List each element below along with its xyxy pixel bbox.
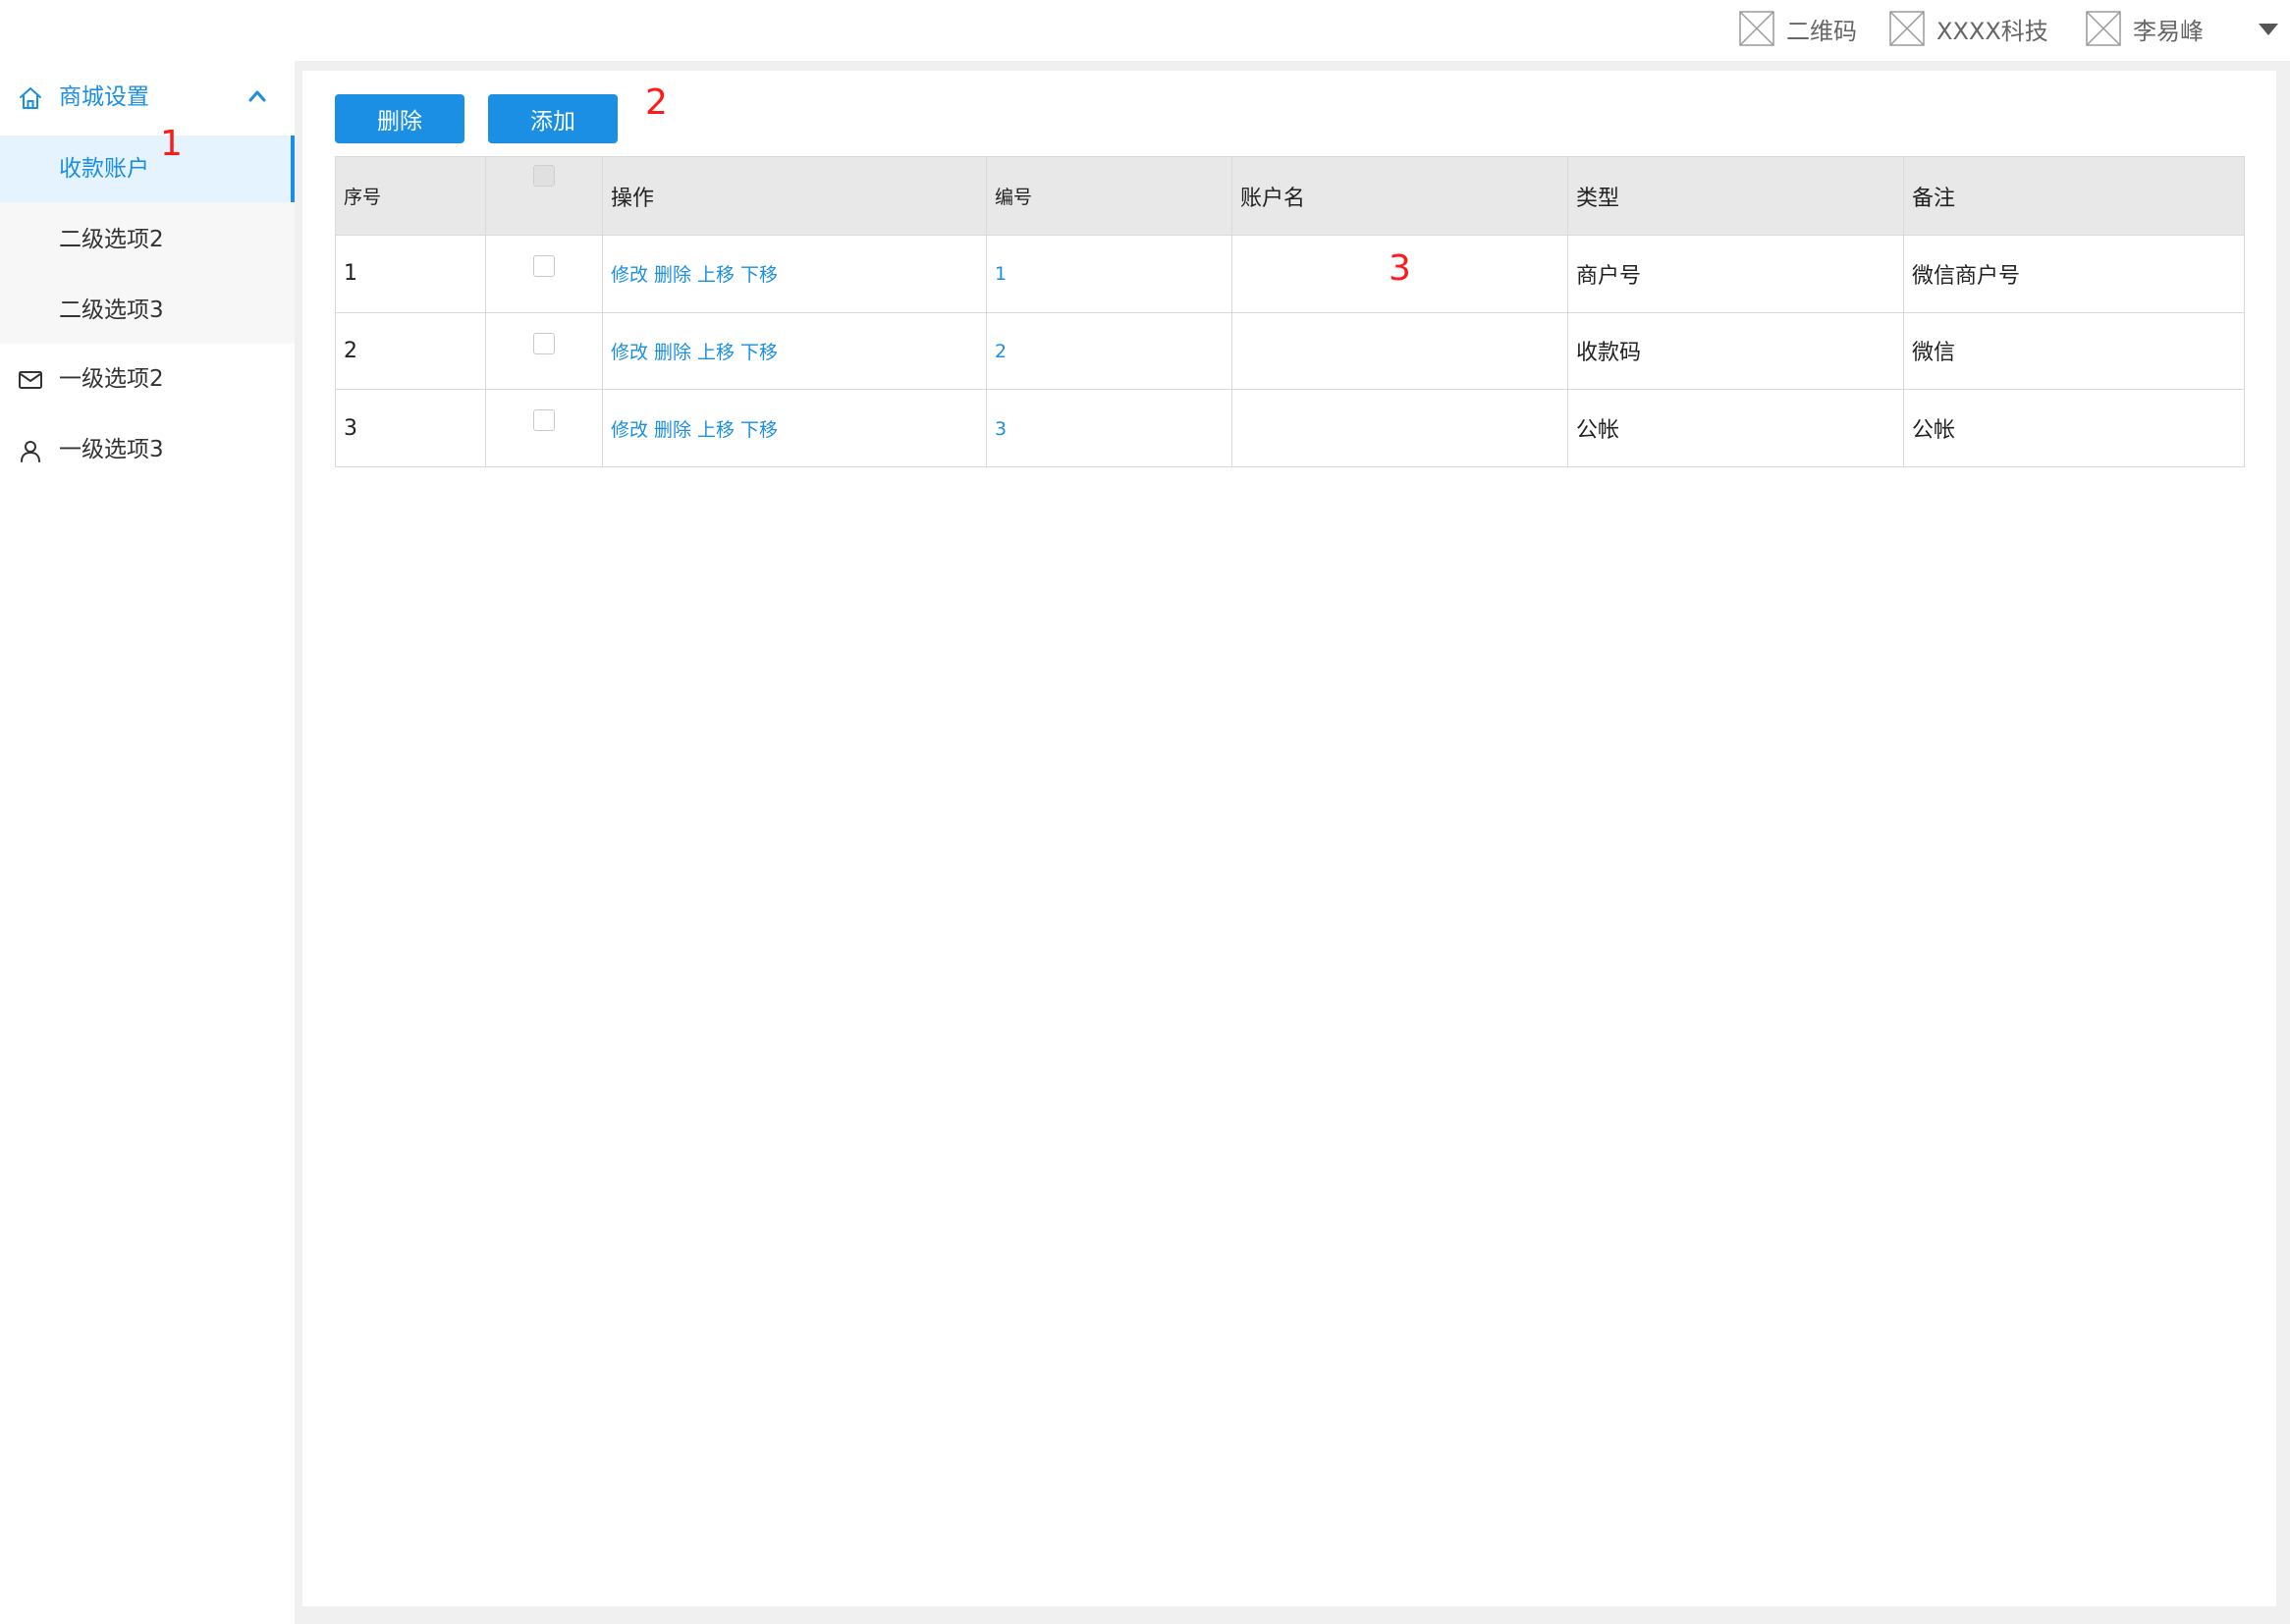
delete-link[interactable]: 删除 (654, 342, 691, 363)
row-remark: 公帐 (1903, 389, 2245, 467)
sidebar-group-option-2[interactable]: 一级选项2 (0, 343, 295, 413)
column-header-type: 类型 (1567, 156, 1904, 236)
table-row: 2 修改 删除 上移 下移 2 收款码 微信 (335, 311, 2245, 391)
move-up-link[interactable]: 上移 (697, 419, 735, 441)
row-checkbox[interactable] (533, 255, 555, 277)
sidebar-item-sub-option-2[interactable]: 二级选项2 (0, 206, 295, 273)
sidebar-item-label: 二级选项3 (59, 298, 164, 323)
code-link[interactable]: 3 (995, 418, 1007, 440)
select-all-checkbox[interactable] (533, 165, 555, 187)
row-type: 公帐 (1567, 389, 1904, 467)
qrcode-label: 二维码 (1786, 17, 1857, 45)
company-logo-placeholder-icon (1889, 11, 1925, 46)
table-row: 1 修改 删除 上移 下移 1 商户号 微信商户号 (335, 235, 2245, 313)
submenu-mall-settings: 收款账户 二级选项2 二级选项3 (0, 135, 295, 344)
row-code: 3 (986, 389, 1232, 467)
row-select-cell (485, 389, 603, 467)
move-down-link[interactable]: 下移 (740, 264, 778, 286)
column-header-select (485, 156, 603, 236)
annotation-marker-3: 3 (1389, 248, 1411, 289)
row-code: 1 (986, 235, 1232, 313)
edit-link[interactable]: 修改 (611, 264, 648, 286)
column-header-account-name: 账户名 (1231, 156, 1568, 236)
column-header-index: 序号 (335, 156, 486, 236)
column-header-actions: 操作 (602, 156, 987, 236)
sidebar-item-label: 二级选项2 (59, 227, 164, 252)
code-link[interactable]: 1 (995, 263, 1007, 285)
move-down-link[interactable]: 下移 (740, 342, 778, 363)
annotation-marker-2: 2 (645, 82, 668, 123)
qrcode-menu[interactable]: 二维码 (1739, 9, 1857, 48)
sidebar-group-label: 一级选项3 (59, 437, 164, 462)
delete-button[interactable]: 删除 (335, 94, 464, 143)
sidebar-item-payment-accounts[interactable]: 收款账户 (0, 135, 295, 202)
row-actions: 修改 删除 上移 下移 (602, 311, 987, 391)
user-icon (21, 441, 40, 462)
sidebar-group-mall-settings[interactable]: 商城设置 (0, 61, 295, 132)
row-actions: 修改 删除 上移 下移 (602, 235, 987, 313)
edit-link[interactable]: 修改 (611, 342, 648, 363)
top-bar: 二维码 XXXX科技 李易峰 (0, 0, 2290, 59)
table-header-row: 序号 操作 编号 账户名 类型 备注 (335, 156, 2245, 236)
row-checkbox[interactable] (533, 409, 555, 432)
row-code: 2 (986, 311, 1232, 391)
chevron-up-icon[interactable] (246, 88, 268, 104)
row-account-name (1231, 389, 1568, 467)
row-type: 商户号 (1567, 235, 1904, 313)
move-down-link[interactable]: 下移 (740, 419, 778, 441)
delete-link[interactable]: 删除 (654, 419, 691, 441)
sidebar-item-label: 收款账户 (59, 156, 149, 182)
row-select-cell (485, 311, 603, 391)
move-up-link[interactable]: 上移 (697, 342, 735, 363)
row-remark: 微信商户号 (1903, 235, 2245, 313)
row-actions: 修改 删除 上移 下移 (602, 389, 987, 467)
row-checkbox[interactable] (533, 332, 555, 354)
payment-accounts-table: 序号 操作 编号 账户名 类型 备注 1 修改 删除 上移 下移 1 商户号 微… (335, 156, 2245, 467)
row-index: 2 (335, 311, 486, 391)
company-label: XXXX科技 (1936, 17, 2048, 45)
column-header-remark: 备注 (1903, 156, 2245, 236)
code-link[interactable]: 2 (995, 341, 1007, 362)
table-row: 3 修改 删除 上移 下移 3 公帐 公帐 (335, 389, 2245, 467)
avatar-placeholder-icon (2086, 11, 2121, 46)
move-up-link[interactable]: 上移 (697, 264, 735, 286)
row-account-name (1231, 311, 1568, 391)
mail-icon (19, 371, 42, 389)
row-type: 收款码 (1567, 311, 1904, 391)
user-name: 李易峰 (2133, 17, 2204, 45)
row-select-cell (485, 235, 603, 313)
row-index: 3 (335, 389, 486, 467)
delete-link[interactable]: 删除 (654, 264, 691, 286)
app-window: 二维码 XXXX科技 李易峰 商城设置 收款账户 二级选项2 二级选项3 一级选… (0, 0, 2290, 1624)
company-menu[interactable]: XXXX科技 (1889, 9, 2048, 48)
sidebar-group-label: 商城设置 (59, 84, 149, 110)
row-index: 1 (335, 235, 486, 313)
sidebar-group-label: 一级选项2 (59, 366, 164, 392)
annotation-marker-1: 1 (160, 124, 183, 164)
sidebar: 商城设置 收款账户 二级选项2 二级选项3 一级选项2 一级选项3 (0, 61, 295, 1624)
home-icon (20, 87, 41, 109)
sidebar-group-option-3[interactable]: 一级选项3 (0, 413, 295, 484)
qrcode-placeholder-icon (1739, 11, 1774, 46)
add-button[interactable]: 添加 (488, 94, 618, 143)
user-menu[interactable]: 李易峰 (2086, 9, 2204, 48)
edit-link[interactable]: 修改 (611, 419, 648, 441)
sidebar-item-sub-option-3[interactable]: 二级选项3 (0, 277, 295, 344)
column-header-code: 编号 (986, 156, 1232, 236)
caret-down-icon[interactable] (2257, 22, 2280, 37)
row-remark: 微信 (1903, 311, 2245, 391)
